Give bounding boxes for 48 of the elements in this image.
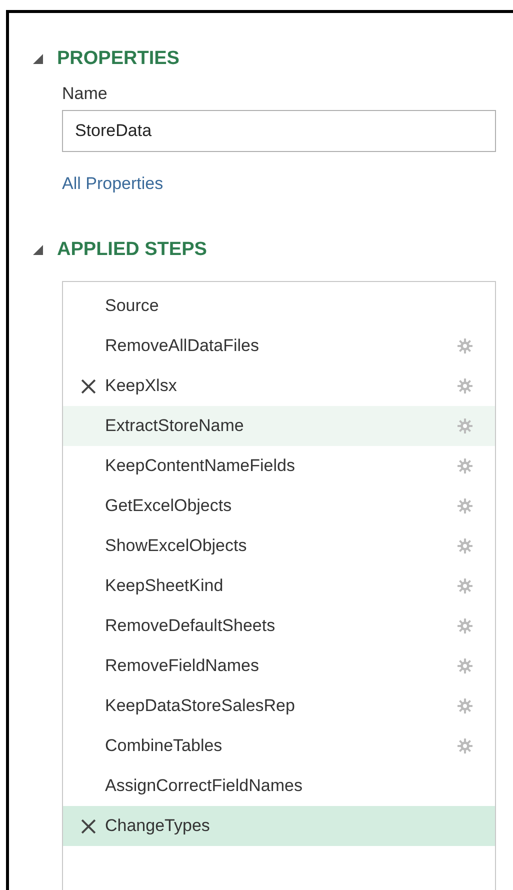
delete-icon[interactable] — [80, 378, 96, 394]
step-item[interactable]: CombineTables — [63, 726, 495, 766]
step-item[interactable]: KeepSheetKind — [63, 566, 495, 606]
step-item[interactable]: GetExcelObjects — [63, 486, 495, 526]
gear-icon[interactable] — [457, 338, 473, 354]
gear-icon[interactable] — [457, 418, 473, 434]
step-item[interactable]: RemoveDefaultSheets — [63, 606, 495, 646]
step-name: Source — [105, 296, 160, 316]
name-field[interactable]: StoreData — [62, 110, 496, 152]
delete-icon[interactable] — [80, 818, 96, 834]
step-name: CombineTables — [105, 736, 224, 756]
step-name: AssignCorrectFieldNames — [105, 776, 304, 796]
field-label: Name — [62, 84, 108, 104]
step-item[interactable]: KeepDataStoreSalesRep — [63, 686, 495, 726]
section-heading: PROPERTIES — [57, 48, 180, 70]
step-item[interactable]: KeepXlsx — [63, 366, 495, 406]
step-name: RemoveDefaultSheets — [105, 616, 276, 636]
step-item[interactable]: KeepContentNameFields — [63, 446, 495, 486]
step-name: ShowExcelObjects — [105, 536, 248, 556]
step-name: KeepSheetKind — [105, 576, 224, 596]
step-item[interactable]: ShowExcelObjects — [63, 526, 495, 566]
step-name: ExtractStoreName — [105, 416, 245, 436]
collapse-triangle-icon[interactable] — [33, 54, 43, 64]
step-item[interactable]: RemoveFieldNames — [63, 646, 495, 686]
gear-icon[interactable] — [457, 698, 473, 714]
step-name: RemoveFieldNames — [105, 656, 260, 676]
step-name: KeepContentNameFields — [105, 456, 296, 476]
gear-icon[interactable] — [457, 378, 473, 394]
step-item[interactable]: RemoveAllDataFiles — [63, 326, 495, 366]
section-heading: APPLIED STEPS — [57, 239, 207, 261]
gear-icon[interactable] — [457, 738, 473, 754]
gear-icon[interactable] — [457, 458, 473, 474]
step-item[interactable]: ExtractStoreName — [63, 406, 495, 446]
collapse-triangle-icon[interactable] — [33, 245, 43, 255]
step-item[interactable]: ChangeTypes — [63, 806, 495, 846]
gear-icon[interactable] — [457, 578, 473, 594]
gear-icon[interactable] — [457, 658, 473, 674]
step-name: RemoveAllDataFiles — [105, 336, 260, 356]
gear-icon[interactable] — [457, 498, 473, 514]
step-name: ChangeTypes — [105, 816, 211, 836]
gear-icon[interactable] — [457, 538, 473, 554]
step-name: GetExcelObjects — [105, 496, 233, 516]
step-name: KeepDataStoreSalesRep — [105, 696, 296, 716]
all-properties-link[interactable]: All Properties — [62, 174, 164, 194]
step-name: KeepXlsx — [105, 376, 178, 396]
step-item[interactable]: AssignCorrectFieldNames — [63, 766, 495, 806]
gear-icon[interactable] — [457, 618, 473, 634]
step-item[interactable]: Source — [63, 286, 495, 326]
